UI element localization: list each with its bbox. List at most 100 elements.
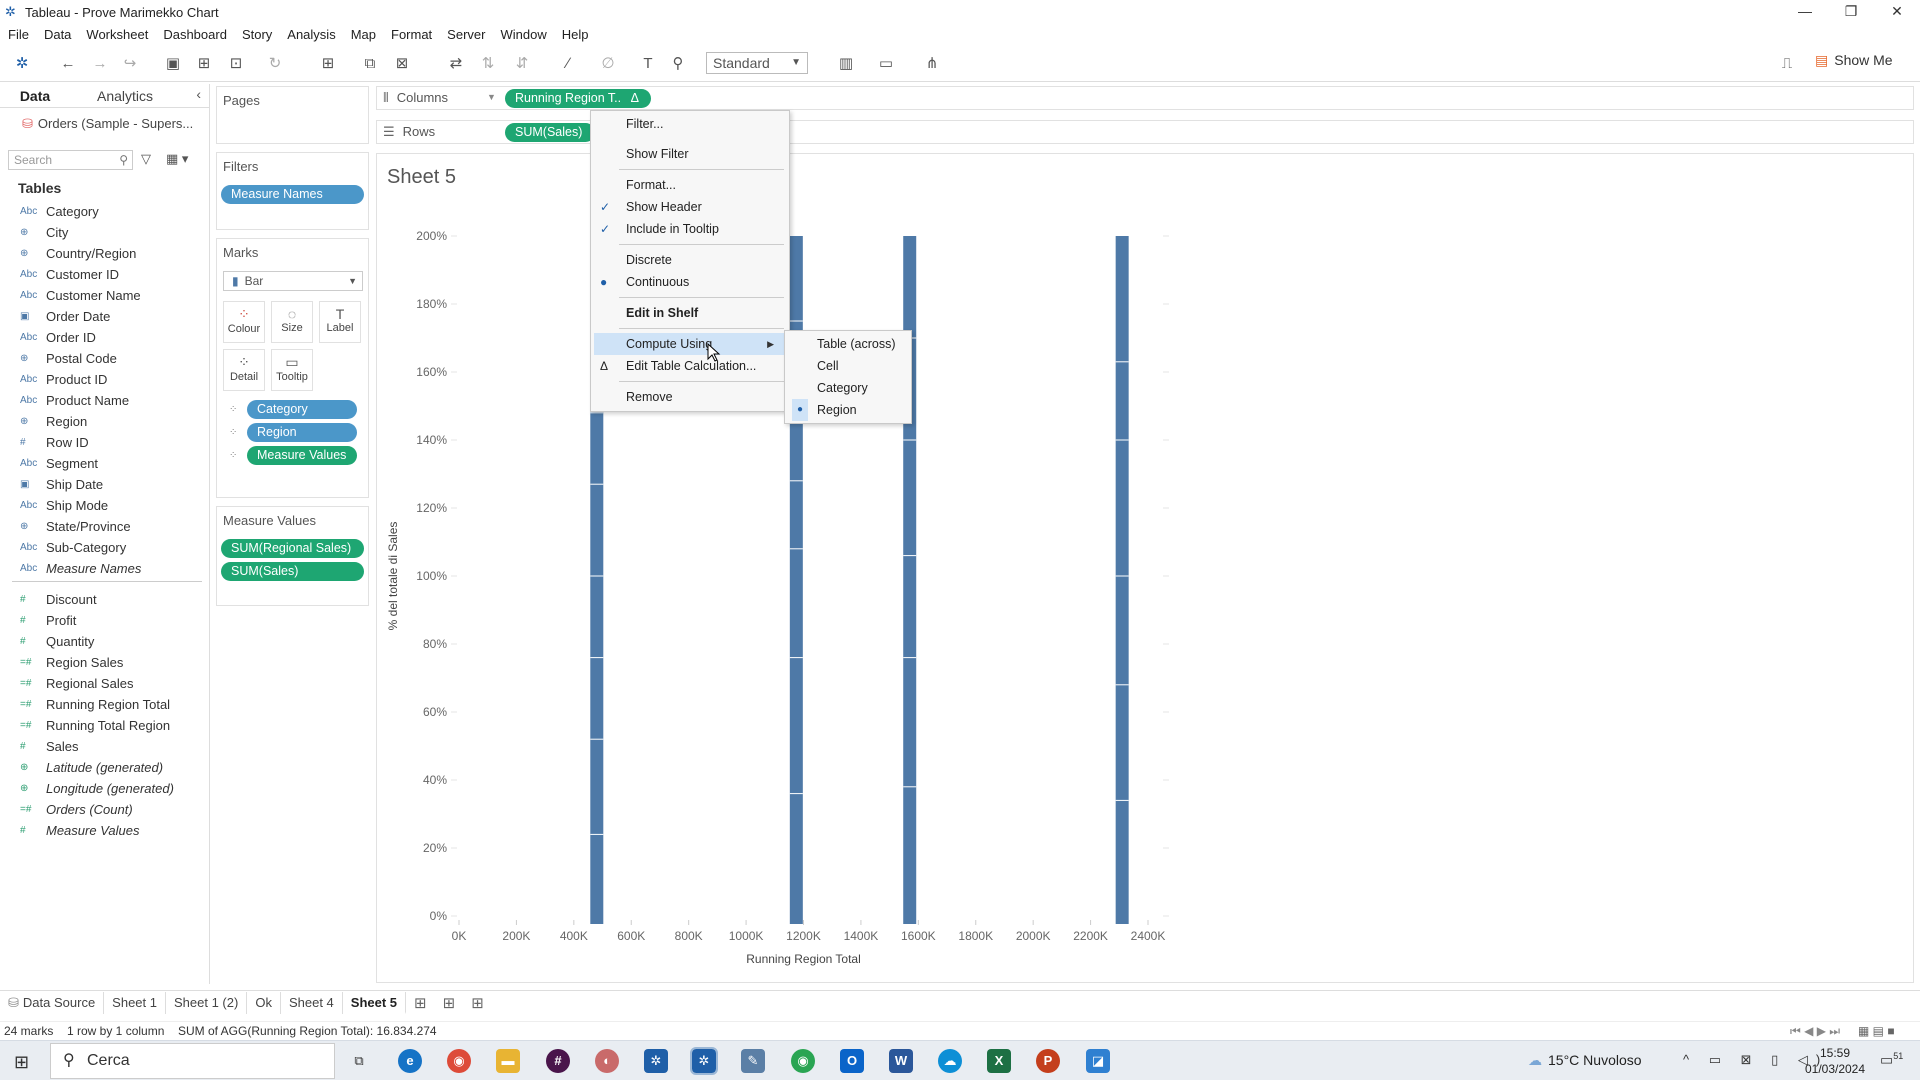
sort-ascending-icon[interactable]: ⇅	[478, 54, 498, 74]
fit-select[interactable]: Standard ▼	[706, 52, 808, 74]
field-item[interactable]: # Row ID	[20, 433, 89, 451]
measure-pill-regional-sales[interactable]: SUM(Regional Sales)	[221, 539, 364, 558]
field-item[interactable]: ⊕ State/Province	[20, 517, 131, 535]
detail-button[interactable]: ⁘ Detail	[223, 349, 265, 391]
menu-item-show-header[interactable]: ✓ Show Header	[591, 196, 789, 218]
notepad-icon[interactable]: ✎	[741, 1049, 765, 1073]
pause-updates-icon[interactable]: ⊡	[226, 54, 246, 74]
field-item[interactable]: # Measure Values	[20, 821, 139, 839]
tab-sheet-1-2[interactable]: Sheet 1 (2)	[166, 991, 248, 1014]
outlook-icon[interactable]: O	[840, 1049, 864, 1073]
marks-pill-measure-values[interactable]: Measure Values	[247, 446, 357, 465]
field-item[interactable]: ⊕ Country/Region	[20, 244, 136, 262]
field-item[interactable]: ⊕ Longitude (generated)	[20, 779, 174, 797]
restore-icon[interactable]: ❐	[1828, 0, 1874, 24]
highlight-icon[interactable]: ∕	[558, 54, 578, 74]
field-item[interactable]: ⊕ Region	[20, 412, 87, 430]
labels-icon[interactable]: T	[638, 54, 658, 74]
redo-icon[interactable]: →	[90, 54, 110, 74]
menu-file[interactable]: File	[8, 27, 29, 42]
menu-data[interactable]: Data	[44, 27, 71, 42]
excel-icon[interactable]: X	[987, 1049, 1011, 1073]
menu-help[interactable]: Help	[562, 27, 589, 42]
menu-map[interactable]: Map	[351, 27, 376, 42]
windows-start-icon[interactable]: ⊞	[14, 1052, 29, 1073]
tab-analytics[interactable]: Analytics	[90, 88, 160, 104]
sort-descending-icon[interactable]: ⇵	[512, 54, 532, 74]
measure-pill-sales[interactable]: SUM(Sales)	[221, 562, 364, 581]
field-item[interactable]: Abc Customer Name	[20, 286, 141, 304]
pin-icon[interactable]: ⚲	[668, 54, 688, 74]
field-item[interactable]: Abc Measure Names	[20, 559, 141, 577]
menu-item-format[interactable]: Format...	[591, 174, 789, 196]
onedrive-icon[interactable]: ☁	[938, 1049, 962, 1073]
new-worksheet-icon[interactable]: ⊞	[318, 54, 338, 74]
group-icon[interactable]: ∅	[598, 54, 618, 74]
menu-dashboard[interactable]: Dashboard	[163, 27, 227, 42]
tab-ok[interactable]: Ok	[247, 991, 281, 1014]
chrome-icon[interactable]: ◉	[447, 1049, 471, 1073]
field-item[interactable]: =# Region Sales	[20, 653, 123, 671]
swap-icon[interactable]: ⇄	[446, 54, 466, 74]
field-item[interactable]: # Discount	[20, 590, 97, 608]
tableau-icon[interactable]: ✲	[644, 1049, 668, 1073]
view-options-icon[interactable]: ▦ ▾	[166, 151, 188, 167]
notifications-icon[interactable]: ▭51	[1880, 1051, 1903, 1069]
close-icon[interactable]: ✕	[1874, 0, 1920, 24]
filter-pill-measure-names[interactable]: Measure Names	[221, 185, 364, 204]
label-button[interactable]: T Label	[319, 301, 361, 343]
new-dashboard-icon[interactable]: ⊞	[435, 994, 464, 1012]
file-explorer-icon[interactable]: ▬	[496, 1049, 520, 1073]
menu-item-show-filter[interactable]: Show Filter	[591, 143, 789, 165]
pages-card[interactable]: Pages	[216, 86, 369, 144]
menu-item-edit-table-calculation[interactable]: Δ Edit Table Calculation...	[591, 355, 789, 377]
replay-icon[interactable]: ↪	[120, 54, 140, 74]
field-item[interactable]: ⊕ City	[20, 223, 68, 241]
new-datasource-icon[interactable]: ⊞	[194, 54, 214, 74]
field-item[interactable]: Abc Order ID	[20, 328, 96, 346]
undo-icon[interactable]: ←	[58, 54, 78, 74]
presentation-icon[interactable]: ▭	[876, 54, 896, 74]
show-me-button[interactable]: ▤ Show Me	[1815, 52, 1893, 69]
task-view-icon[interactable]: ⧉	[347, 1049, 371, 1073]
chrome-profile-icon[interactable]: ◉	[791, 1049, 815, 1073]
menu-server[interactable]: Server	[447, 27, 485, 42]
new-story-icon[interactable]: ⊞	[463, 994, 492, 1012]
menu-worksheet[interactable]: Worksheet	[86, 27, 148, 42]
field-item[interactable]: # Profit	[20, 611, 76, 629]
app-icon[interactable]: ◐	[595, 1049, 619, 1073]
share-icon[interactable]: ⋔	[922, 54, 942, 74]
slack-icon[interactable]: #	[546, 1049, 570, 1073]
tableau-home-icon[interactable]: ✲	[12, 54, 32, 74]
menu-analysis[interactable]: Analysis	[287, 27, 335, 42]
size-button[interactable]: ◌ Size	[271, 301, 313, 343]
tooltip-pin-icon[interactable]: ⎍	[1777, 54, 1797, 74]
colour-button[interactable]: ⁘ Colour	[223, 301, 265, 343]
refresh-icon[interactable]: ↻	[265, 54, 285, 74]
field-item[interactable]: ⊕ Postal Code	[20, 349, 117, 367]
menu-item-continuous[interactable]: ● Continuous	[591, 271, 789, 293]
menu-item-filter[interactable]: Filter...	[591, 113, 789, 135]
menu-item-compute-using[interactable]: Compute Using ▶	[594, 333, 786, 355]
collapse-icon[interactable]: ‹	[196, 86, 201, 102]
field-item[interactable]: ▣ Ship Date	[20, 475, 103, 493]
tab-data-source[interactable]: ⛁ Data Source	[0, 991, 105, 1014]
submenu-item-table-across[interactable]: Table (across)	[785, 333, 911, 355]
field-item[interactable]: ⊕ Latitude (generated)	[20, 758, 163, 776]
datasource-item[interactable]: ⛁ Orders (Sample - Supers...	[22, 116, 193, 132]
field-item[interactable]: Abc Product ID	[20, 370, 107, 388]
submenu-item-cell[interactable]: Cell	[785, 355, 911, 377]
filters-card[interactable]: Filters Measure Names	[216, 152, 369, 230]
menu-format[interactable]: Format	[391, 27, 432, 42]
field-item[interactable]: Abc Segment	[20, 454, 98, 472]
marks-type-select[interactable]: ▮ Bar ▼	[223, 271, 363, 291]
duplicate-icon[interactable]: ⧉	[360, 54, 380, 74]
menu-window[interactable]: Window	[500, 27, 546, 42]
clear-sheet-icon[interactable]: ⊠	[392, 54, 412, 74]
sheet-nav-icons[interactable]: ⏮ ◀ ▶ ⏭	[1790, 1024, 1840, 1039]
powerpoint-icon[interactable]: P	[1036, 1049, 1060, 1073]
menu-item-remove[interactable]: Remove	[591, 386, 789, 408]
field-item[interactable]: Abc Product Name	[20, 391, 129, 409]
tab-sheet-1[interactable]: Sheet 1	[104, 991, 166, 1014]
search-input[interactable]: Search ⚲	[8, 150, 133, 170]
